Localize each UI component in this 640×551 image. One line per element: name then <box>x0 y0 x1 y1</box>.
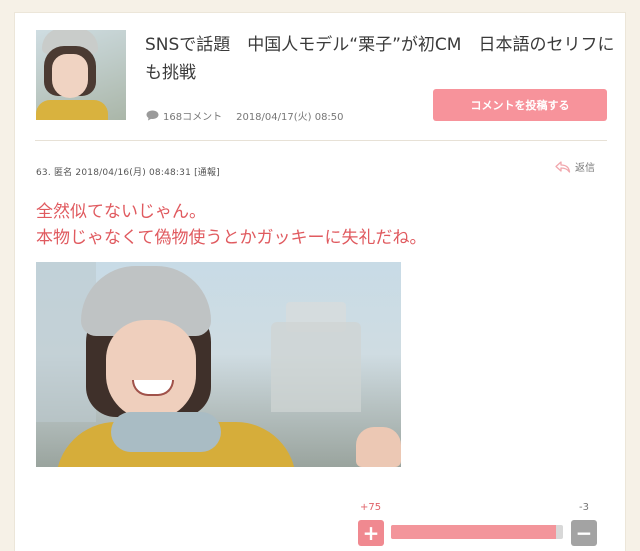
comment-meta: 63. 匿名 2018/04/16(月) 08:48:31 [通報] <box>36 168 220 178</box>
vote-ratio-fill <box>391 525 557 539</box>
comment-photo[interactable] <box>36 262 401 467</box>
article-thumbnail[interactable] <box>36 30 126 120</box>
plus-vote-count: +75 <box>360 502 382 513</box>
reply-label: 返信 <box>575 163 595 174</box>
article-card: SNSで話題 中国人モデル“栗子”が初CM 日本語のセリフにも挑戦 168コメン… <box>14 12 626 551</box>
vote-ratio-bar <box>391 525 563 539</box>
minus-vote-button[interactable]: − <box>571 520 597 546</box>
article-title[interactable]: SNSで話題 中国人モデル“栗子”が初CM 日本語のセリフにも挑戦 <box>145 31 615 87</box>
divider <box>35 140 607 141</box>
reply-button[interactable]: 返信 <box>555 159 595 174</box>
minus-vote-count: -3 <box>579 502 589 513</box>
speech-bubble-icon <box>146 110 159 121</box>
article-meta: 168コメント 2018/04/17(火) 08:50 <box>146 108 344 123</box>
plus-vote-button[interactable]: + <box>358 520 384 546</box>
comment-body: 全然似てないじゃん。 本物じゃなくて偽物使うとかガッキーに失礼だね。 <box>36 199 596 251</box>
comment-line: 全然似てないじゃん。 <box>36 202 206 222</box>
reply-arrow-icon <box>555 160 571 173</box>
comment-count[interactable]: 168コメント <box>163 108 222 123</box>
comment-line: 本物じゃなくて偽物使うとかガッキーに失礼だね。 <box>36 228 427 248</box>
post-comment-button[interactable]: コメントを投稿する <box>433 89 607 121</box>
article-date: 2018/04/17(火) 08:50 <box>236 112 344 123</box>
